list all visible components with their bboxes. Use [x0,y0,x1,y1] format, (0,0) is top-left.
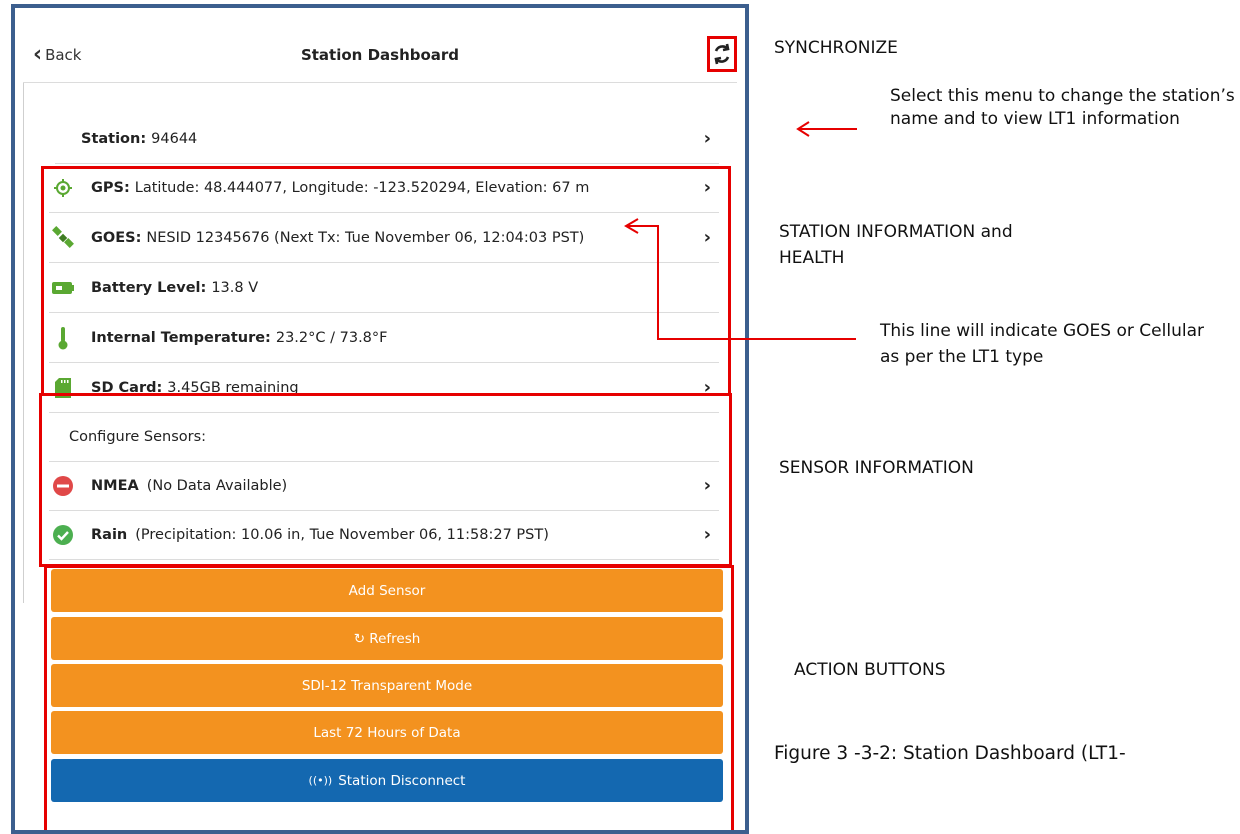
station-row[interactable]: Station: 94644 › [55,114,719,164]
add-sensor-button[interactable]: Add Sensor [51,569,723,612]
chevron-right-icon: › [703,377,711,398]
temperature-value: 23.2°C / 73.8°F [275,329,388,346]
chevron-right-icon: › [703,128,711,149]
goes-label: GOES: [91,229,142,246]
device-frame: ‹ Back Station Dashboard Station: 94644 … [11,4,749,834]
goes-note-annotation: This line will indicate GOES or Cellular… [880,321,1204,368]
sync-icon [714,43,730,65]
temperature-label: Internal Temperature: [91,329,271,346]
chevron-right-icon: › [703,475,711,496]
sync-button[interactable] [707,36,737,72]
wireless-icon: ((•)) [308,774,333,787]
ok-status-icon [49,524,77,546]
sd-card-row[interactable]: SD Card: 3.45GB remaining › [49,363,719,413]
sd-card-value: 3.45GB remaining [167,379,299,396]
battery-row: Battery Level: 13.8 V [49,263,719,313]
gps-row[interactable]: GPS: Latitude: 48.444077, Longitude: -12… [49,163,719,213]
station-value: 94644 [151,130,198,147]
battery-value: 13.8 V [211,279,259,296]
sensor-nmea-row[interactable]: NMEA (No Data Available) › [49,461,719,511]
rain-detail: (Precipitation: 10.06 in, Tue November 0… [135,526,549,543]
station-menu-annotation: Select this menu to change the station’s… [890,86,1235,129]
page-title: Station Dashboard [300,46,460,64]
battery-label: Battery Level: [91,279,207,296]
arrow-left-annotation [795,121,857,137]
figure-caption: Figure 3 -3-2: Station Dashboard (LT1- [774,743,1126,764]
nmea-detail: (No Data Available) [146,477,288,494]
goes-connector [620,214,860,354]
app-screen: ‹ Back Station Dashboard Station: 94644 … [15,8,745,830]
chevron-right-icon: › [703,524,711,545]
station-disconnect-label: Station Disconnect [338,772,466,789]
goes-row[interactable]: GOES: NESID 12345676 (Next Tx: Tue Novem… [49,213,719,263]
temperature-row: Internal Temperature: 23.2°C / 73.8°F [49,313,719,363]
thermometer-icon [49,326,77,350]
battery-icon [49,281,77,294]
sensors-heading-label: Configure Sensors: [69,428,207,445]
gps-value: Latitude: 48.444077, Longitude: -123.520… [134,179,590,196]
gps-label: GPS: [91,179,130,196]
configure-sensors-heading: Configure Sensors: [49,412,719,462]
last-72-hours-button[interactable]: Last 72 Hours of Data [51,711,723,754]
top-bar: ‹ Back Station Dashboard [23,30,737,83]
rain-label: Rain [91,526,128,543]
error-status-icon [49,475,77,497]
refresh-button[interactable]: ↻ Refresh [51,617,723,660]
sd-card-label: SD Card: [91,379,163,396]
sensor-rain-row[interactable]: Rain (Precipitation: 10.06 in, Tue Novem… [49,510,719,560]
left-divider [23,83,24,603]
synchronize-annotation: SYNCHRONIZE [774,38,898,58]
goes-value: NESID 12345676 (Next Tx: Tue November 06… [146,229,585,246]
sd-card-icon [49,377,77,398]
sensor-info-annotation: SENSOR INFORMATION [779,458,974,478]
sdi12-transparent-mode-button[interactable]: SDI-12 Transparent Mode [51,664,723,707]
gps-target-icon [49,178,77,197]
station-disconnect-button[interactable]: ((•)) Station Disconnect [51,759,723,802]
satellite-icon [49,225,77,250]
nmea-label: NMEA [91,477,139,494]
action-buttons-annotation: ACTION BUTTONS [794,660,946,680]
chevron-right-icon: › [703,177,711,198]
station-label: Station: [81,130,147,147]
